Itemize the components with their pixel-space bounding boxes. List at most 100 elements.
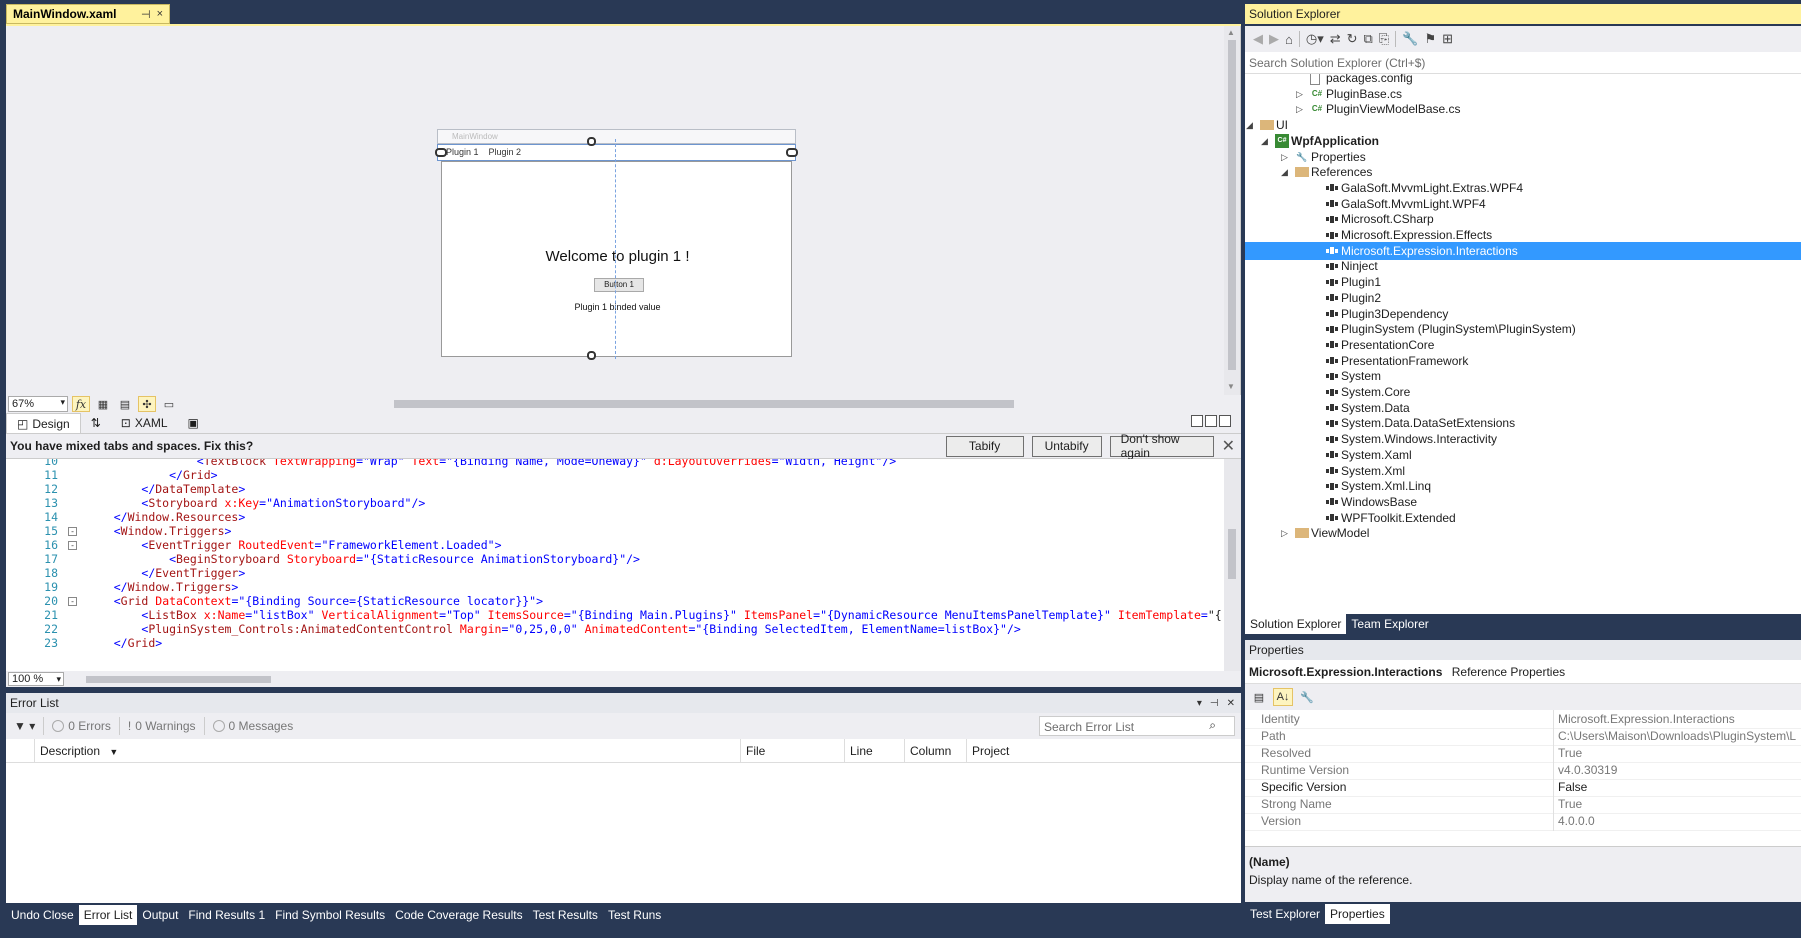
show-all-files-icon[interactable]: ⎘ <box>1379 31 1389 47</box>
document-tab-mainwindow[interactable]: MainWindow.xaml ⊣ × <box>6 4 170 24</box>
error-list-search-input[interactable]: Search Error List ⌕ <box>1039 716 1235 736</box>
bottom-tab-output[interactable]: Output <box>137 905 183 925</box>
column-description[interactable]: Description ▼ <box>34 739 740 763</box>
code-line[interactable]: <Storyboard x:Key="AnimationStoryboard"/… <box>86 496 425 510</box>
back-icon[interactable]: ◀ <box>1253 31 1263 47</box>
solution-explorer-search-input[interactable]: Search Solution Explorer (Ctrl+$) <box>1245 52 1801 74</box>
swap-panes-button[interactable]: ⇅ <box>81 413 111 433</box>
fold-toggle-icon[interactable]: - <box>68 541 77 550</box>
editor-scroll-thumb[interactable] <box>1228 529 1236 579</box>
preview-button-1[interactable]: Button 1 <box>594 278 644 292</box>
refresh-icon[interactable]: ↻ <box>1347 31 1358 47</box>
snap-gridlines-icon[interactable]: ▤ <box>116 396 134 412</box>
fold-toggle-icon[interactable]: - <box>68 527 77 536</box>
preview-tab-plugin-1[interactable]: Plugin 1 <box>446 147 479 158</box>
bottom-tab-error-list[interactable]: Error List <box>78 905 138 925</box>
resize-handle-left[interactable] <box>435 148 447 157</box>
code-line[interactable]: <EventTrigger RoutedEvent="FrameworkElem… <box>86 538 501 552</box>
errors-filter-button[interactable]: 0 Errors <box>43 717 119 735</box>
collapse-all-icon[interactable]: ⧉ <box>1364 31 1373 47</box>
bottom-tab-test-runs[interactable]: Test Runs <box>603 905 666 925</box>
close-tab-icon[interactable]: × <box>157 8 163 20</box>
preview-plugin-tabs[interactable]: Plugin 1 Plugin 2 <box>437 144 796 161</box>
expand-icon[interactable]: ▷ <box>1281 524 1288 542</box>
close-panel-icon[interactable]: ✕ <box>1227 698 1235 709</box>
horizontal-split-icon[interactable] <box>1205 415 1217 427</box>
scroll-down-icon[interactable]: ▼ <box>1227 382 1235 391</box>
tree-item[interactable]: ▷ ViewModel <box>1245 524 1801 542</box>
xaml-designer-surface[interactable]: MainWindow Plugin 1 Plugin 2 Welcome to … <box>6 26 1241 395</box>
auto-hide-pin-icon[interactable]: ⊣ <box>1210 698 1219 709</box>
tab-test-explorer[interactable]: Test Explorer <box>1245 904 1325 924</box>
h-scroll-thumb[interactable] <box>394 400 1014 408</box>
property-divider[interactable] <box>1553 812 1554 831</box>
bottom-tab-code-coverage-results[interactable]: Code Coverage Results <box>390 905 527 925</box>
code-line[interactable]: </DataTemplate> <box>86 482 245 496</box>
dont-show-again-button[interactable]: Don't show again <box>1109 432 1214 460</box>
tab-xaml[interactable]: ⊡ XAML <box>111 413 178 433</box>
editor-zoom-select[interactable]: 100 % <box>8 672 64 686</box>
properties-wrench-icon[interactable]: 🔧 <box>1402 31 1418 47</box>
untabify-button[interactable]: Untabify <box>1031 435 1102 457</box>
annotation-icon[interactable]: ▭ <box>160 396 178 412</box>
code-line[interactable]: <BeginStoryboard Storyboard="{StaticReso… <box>86 552 640 566</box>
bottom-tab-test-results[interactable]: Test Results <box>528 905 603 925</box>
preview-tab-plugin-2[interactable]: Plugin 2 <box>489 147 522 158</box>
code-line[interactable]: <PluginSystem_Controls:AnimatedContentCo… <box>86 622 1020 636</box>
alphabetical-icon[interactable]: A↓ <box>1273 688 1293 706</box>
tab-team-explorer[interactable]: Team Explorer <box>1346 614 1433 634</box>
warnings-filter-button[interactable]: ! 0 Warnings <box>118 717 204 735</box>
column-column[interactable]: Column <box>904 739 966 763</box>
view-code-icon[interactable]: ⚑ <box>1424 31 1436 47</box>
categorized-icon[interactable]: ▤ <box>1249 688 1269 706</box>
editor-h-scroll-thumb[interactable] <box>86 676 271 683</box>
search-icon[interactable]: ⌕ <box>1209 718 1216 733</box>
column-project[interactable]: Project <box>966 739 1241 763</box>
tab-design[interactable]: ◰ Design <box>6 413 81 433</box>
tabify-button[interactable]: Tabify <box>945 435 1024 457</box>
tab-properties[interactable]: Properties <box>1325 904 1390 924</box>
snap-snaplines-icon[interactable]: ✣ <box>138 396 156 412</box>
designer-horizontal-scrollbar[interactable] <box>194 399 1224 409</box>
column-file[interactable]: File <box>740 739 844 763</box>
solution-tree[interactable]: packages.config ▷ C# PluginBase.cs ▷ C# Plugin… <box>1245 74 1801 614</box>
code-line[interactable]: </Window.Triggers> <box>86 580 239 594</box>
xaml-code-editor[interactable]: 10 11 12 13 14 15 - 16 - 17 18 19 20 - 21 22 23 <TextBlo… <box>6 459 1241 671</box>
designer-vertical-scrollbar[interactable]: ▲ ▼ <box>1224 26 1240 395</box>
property-value[interactable]: 4.0.0.0 <box>1558 812 1798 831</box>
sync-icon[interactable]: ⇄ <box>1330 31 1341 47</box>
bottom-tab-undo-close[interactable]: Undo Close <box>6 905 79 925</box>
editor-vertical-scrollbar[interactable] <box>1224 459 1241 671</box>
code-line[interactable]: </Grid> <box>86 636 163 650</box>
scroll-thumb[interactable] <box>1228 40 1236 370</box>
code-line[interactable]: <Grid DataContext="{Binding Source={Stat… <box>86 594 543 608</box>
property-pages-icon[interactable]: 🔧 <box>1297 688 1317 706</box>
fold-toggle-icon[interactable]: - <box>68 597 77 606</box>
code-line[interactable]: <TextBlock TextWrapping="Wrap" Text="{Bi… <box>86 459 896 468</box>
forward-icon[interactable]: ▶ <box>1269 31 1279 47</box>
code-line[interactable]: <Window.Triggers> <box>86 524 232 538</box>
resize-handle-bottom[interactable] <box>587 351 596 360</box>
properties-grid[interactable]: Identity Microsoft.Expression.Interaction… <box>1245 710 1801 846</box>
code-line[interactable]: </Grid> <box>86 468 218 482</box>
property-row[interactable]: Version 4.0.0.0 <box>1245 812 1801 831</box>
column-line[interactable]: Line <box>844 739 904 763</box>
home-icon[interactable]: ⌂ <box>1285 32 1293 47</box>
bottom-tab-find-results-1[interactable]: Find Results 1 <box>183 905 270 925</box>
designer-window-preview[interactable]: MainWindow Plugin 1 Plugin 2 Welcome to … <box>435 129 798 360</box>
code-line[interactable]: </EventTrigger> <box>86 566 245 580</box>
collapse-pane-icon[interactable] <box>1219 415 1231 427</box>
vertical-split-icon[interactable] <box>1191 415 1203 427</box>
close-infobar-icon[interactable]: ✕ <box>1222 436 1235 456</box>
code-line[interactable]: </Window.Resources> <box>86 510 246 524</box>
bottom-tab-find-symbol-results[interactable]: Find Symbol Results <box>270 905 390 925</box>
designer-zoom-select[interactable]: 67% <box>8 396 68 412</box>
resize-handle-right[interactable] <box>786 148 798 157</box>
pin-icon[interactable]: ⊣ <box>141 8 151 21</box>
properties-object-selector[interactable]: Microsoft.Expression.Interactions Refere… <box>1245 660 1801 684</box>
popout-xaml-icon[interactable]: ▣ <box>178 413 209 433</box>
history-icon[interactable]: ◷▾ <box>1306 31 1324 47</box>
tab-solution-explorer[interactable]: Solution Explorer <box>1245 614 1347 634</box>
filter-icon[interactable]: ▼ ▾ <box>6 717 43 735</box>
scroll-up-icon[interactable]: ▲ <box>1227 28 1235 37</box>
